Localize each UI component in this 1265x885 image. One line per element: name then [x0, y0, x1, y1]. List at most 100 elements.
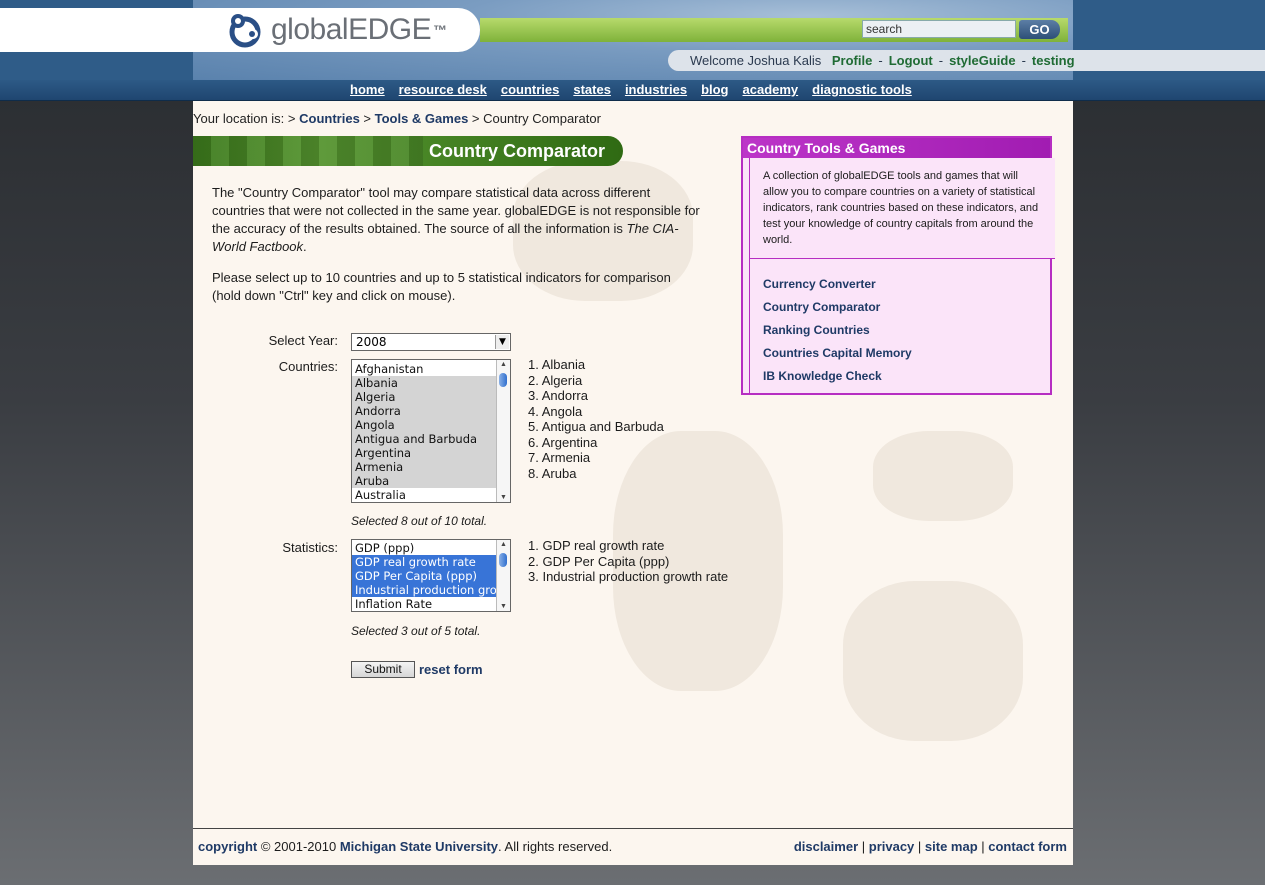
country-option[interactable]: Andorra — [352, 404, 497, 418]
country-option[interactable]: Aruba — [352, 474, 497, 488]
intro-paragraph: The "Country Comparator" tool may compar… — [212, 184, 702, 256]
statistics-count-note: Selected 3 out of 5 total. — [351, 624, 481, 638]
statistic-option[interactable]: GDP (ppp) — [352, 541, 497, 555]
sidebar-link-ranking-countries[interactable]: Ranking Countries — [763, 319, 1055, 342]
profile-link[interactable]: Profile — [832, 53, 872, 68]
logo-text: globalEDGE — [271, 13, 432, 46]
sidebar-link-ib-knowledge-check[interactable]: IB Knowledge Check — [763, 365, 1055, 388]
sidebar-links: Currency Converter Country Comparator Ra… — [749, 259, 1055, 395]
country-option[interactable]: Argentina — [352, 446, 497, 460]
reset-form-link[interactable]: reset form — [419, 662, 483, 677]
nav-home[interactable]: home — [350, 80, 385, 100]
statistic-option[interactable]: GDP real growth rate — [352, 555, 497, 569]
breadcrumb-separator: > — [468, 111, 484, 126]
submit-button[interactable]: Submit — [351, 661, 415, 678]
selected-country: 2. Algeria — [528, 372, 583, 388]
chevron-down-icon[interactable]: ▼ — [495, 335, 509, 349]
nav-countries[interactable]: countries — [501, 80, 560, 100]
year-select[interactable]: 2008 ▼ — [351, 333, 511, 351]
statistic-option[interactable]: Inflation Rate — [352, 597, 497, 611]
sidebar-link-country-comparator[interactable]: Country Comparator — [763, 296, 1055, 319]
selected-country: 1. Albania — [528, 357, 586, 372]
statistics-label: Statistics: — [282, 540, 338, 555]
country-option[interactable]: Angola — [352, 418, 497, 432]
scroll-up-icon[interactable]: ▲ — [497, 541, 510, 548]
scrollbar-thumb[interactable] — [499, 373, 507, 387]
sidebar-title: Country Tools & Games — [747, 140, 906, 156]
page-title-bar: Country Comparator — [193, 136, 623, 166]
nav-resource-desk[interactable]: resource desk — [399, 80, 487, 100]
countries-count-note: Selected 8 out of 10 total. — [351, 514, 488, 528]
instructions-paragraph: Please select up to 10 countries and up … — [212, 270, 671, 303]
selected-country: 7. Armenia — [528, 450, 591, 465]
selected-statistic: 3. Industrial production growth rate — [528, 569, 729, 584]
disclaimer-link[interactable]: disclaimer — [794, 839, 858, 854]
copyright-link[interactable]: copyright — [198, 839, 257, 854]
countries-scrollbar[interactable]: ▲ ▼ — [496, 360, 510, 502]
sidebar-link-capital-memory[interactable]: Countries Capital Memory — [763, 342, 1055, 365]
country-option[interactable]: Armenia — [352, 460, 497, 474]
statistics-listbox[interactable]: GDP (ppp) GDP real growth rate GDP Per C… — [351, 539, 511, 612]
country-option[interactable]: Antigua and Barbuda — [352, 432, 497, 446]
country-option[interactable]: Algeria — [352, 390, 497, 404]
logout-link[interactable]: Logout — [889, 53, 933, 68]
countries-listbox[interactable]: Afghanistan Albania Algeria Andorra Ango… — [351, 359, 511, 503]
sidebar-link-currency-converter[interactable]: Currency Converter — [763, 273, 1055, 296]
footer-divider — [193, 828, 1073, 829]
selected-country: 6. Argentina — [528, 434, 598, 450]
breadcrumb-countries[interactable]: Countries — [299, 111, 360, 126]
nav-states[interactable]: states — [573, 80, 611, 100]
countries-label: Countries: — [278, 359, 338, 374]
breadcrumb-current: Country Comparator — [483, 111, 601, 126]
welcome-text: Welcome Joshua Kalis — [690, 53, 822, 68]
logo-trademark: ™ — [433, 22, 448, 38]
background-map-decoration — [843, 581, 1023, 741]
nav-industries[interactable]: industries — [625, 80, 687, 100]
separator: - — [1021, 53, 1026, 68]
site-logo[interactable]: globalEDGE ™ — [225, 12, 447, 48]
breadcrumb-tools-games[interactable]: Tools & Games — [375, 111, 469, 126]
msu-link[interactable]: Michigan State University — [340, 839, 498, 854]
statistic-option[interactable]: GDP Per Capita (ppp) — [352, 569, 497, 583]
globe-logo-icon — [225, 12, 265, 48]
testing-link[interactable]: testing — [1032, 53, 1075, 68]
main-navbar: home resource desk countries states indu… — [0, 80, 1265, 101]
styleguide-link[interactable]: styleGuide — [949, 53, 1015, 68]
footer-separator: | — [914, 839, 925, 854]
selected-country: 3. Andorra — [528, 388, 588, 403]
sidebar-header: Country Tools & Games — [743, 138, 1050, 158]
copyright-text: © 2001-2010 — [257, 839, 340, 854]
nav-academy[interactable]: academy — [743, 80, 799, 100]
footer-links: disclaimer | privacy | site map | contac… — [794, 839, 1067, 854]
breadcrumb-separator: > — [359, 111, 375, 126]
rights-text: . All rights reserved. — [498, 839, 613, 854]
selected-country: 4. Angola — [528, 403, 583, 419]
main-content: Your location is: > Countries > Tools & … — [193, 101, 1073, 865]
title-bar-pattern — [193, 136, 423, 166]
search-input[interactable] — [862, 20, 1016, 38]
country-option[interactable]: Albania — [352, 376, 497, 390]
go-button[interactable]: GO — [1019, 20, 1060, 39]
footer-separator: | — [977, 839, 989, 854]
scroll-down-icon[interactable]: ▼ — [497, 494, 510, 501]
nav-diagnostic-tools[interactable]: diagnostic tools — [812, 80, 912, 100]
site-map-link[interactable]: site map — [925, 839, 978, 854]
privacy-link[interactable]: privacy — [869, 839, 915, 854]
page-title: Country Comparator — [429, 141, 606, 161]
selected-statistics-list: 1. GDP real growth rate 2. GDP Per Capit… — [528, 538, 728, 585]
scroll-down-icon[interactable]: ▼ — [497, 603, 510, 610]
selected-statistic: 2. GDP Per Capita (ppp) — [528, 553, 670, 569]
background-map-decoration — [873, 431, 1013, 521]
statistic-option[interactable]: Industrial production grow — [352, 583, 497, 597]
footer-separator: | — [858, 839, 869, 854]
scroll-up-icon[interactable]: ▲ — [497, 361, 510, 368]
scrollbar-thumb[interactable] — [499, 553, 507, 567]
nav-blog[interactable]: blog — [701, 80, 728, 100]
contact-form-link[interactable]: contact form — [988, 839, 1067, 854]
welcome-bar: Welcome Joshua Kalis Profile - Logout - styl… — [668, 50, 1265, 71]
country-option[interactable]: Afghanistan — [352, 362, 497, 376]
statistics-scrollbar[interactable]: ▲ ▼ — [496, 540, 510, 611]
sidebar-description: A collection of globalEDGE tools and gam… — [749, 158, 1055, 259]
country-option[interactable]: Australia — [352, 488, 497, 502]
year-label: Select Year: — [268, 333, 338, 348]
